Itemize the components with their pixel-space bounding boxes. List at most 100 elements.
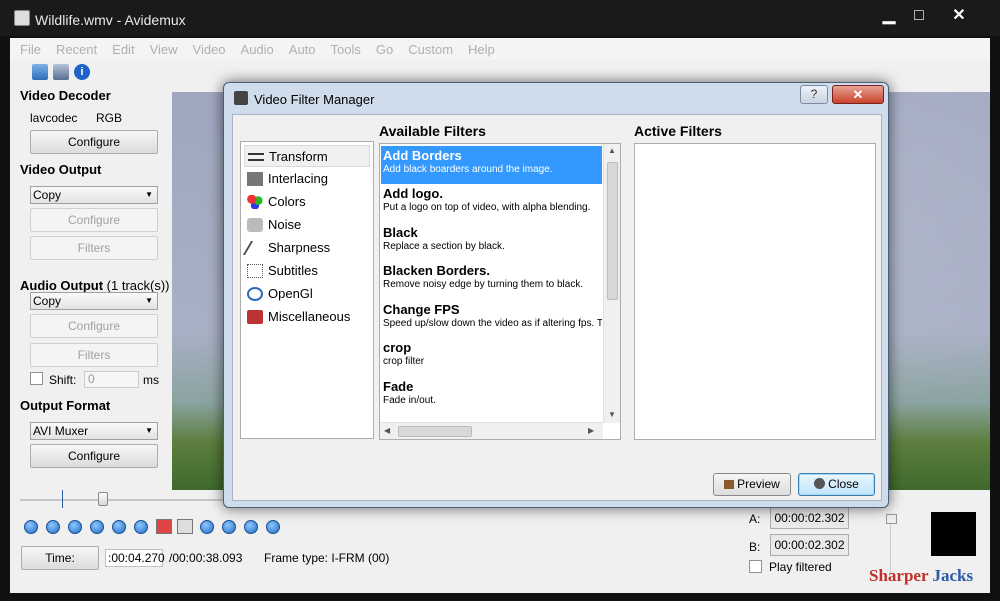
menu-custom[interactable]: Custom bbox=[398, 38, 458, 57]
stop-icon[interactable] bbox=[46, 520, 60, 534]
scroll-right-icon[interactable]: ▶ bbox=[588, 426, 594, 435]
video-configure-button[interactable]: Configure bbox=[30, 208, 158, 232]
active-filters-list[interactable] bbox=[634, 143, 876, 440]
filter-item-add-logo[interactable]: Add logo. Put a logo on top of video, wit… bbox=[381, 184, 602, 222]
next-frame-icon[interactable] bbox=[90, 520, 104, 534]
scroll-up-icon[interactable]: ▲ bbox=[608, 146, 616, 155]
filter-item-add-borders[interactable]: Add Borders Add black boarders around the… bbox=[381, 146, 602, 184]
shift-unit: ms bbox=[143, 373, 159, 387]
output-format-select[interactable]: AVI Muxer ▼ bbox=[30, 422, 158, 440]
scroll-down-icon[interactable]: ▼ bbox=[608, 410, 616, 419]
save-icon[interactable] bbox=[53, 64, 69, 80]
marker-b-value[interactable]: 00:00:02.302 bbox=[770, 534, 849, 556]
audio-meter bbox=[931, 512, 976, 556]
open-icon[interactable] bbox=[32, 64, 48, 80]
close-button-label: Close bbox=[828, 477, 859, 491]
filter-item-fade[interactable]: Fade Fade in/out. bbox=[381, 377, 602, 415]
category-list: Transform Interlacing Colors Noise Sharp… bbox=[240, 141, 374, 439]
filters-horizontal-scrollbar[interactable]: ◀ ▶ bbox=[380, 422, 603, 439]
category-colors[interactable]: Colors bbox=[244, 191, 370, 213]
filter-desc: Remove noisy edge by turning them to bla… bbox=[383, 279, 584, 290]
shift-input[interactable]: 0 bbox=[84, 371, 139, 388]
video-filters-button[interactable]: Filters bbox=[30, 236, 158, 260]
filter-item-blacken-borders[interactable]: Blacken Borders. Remove noisy edge by tur… bbox=[381, 261, 602, 299]
menu-auto[interactable]: Auto bbox=[279, 38, 321, 57]
current-time-input[interactable]: :00:04.270 bbox=[105, 549, 165, 567]
next-black-icon[interactable] bbox=[222, 520, 236, 534]
chevron-down-icon: ▼ bbox=[145, 190, 153, 199]
audio-track-count: (1 track(s)) bbox=[106, 278, 170, 293]
clapperboard-icon bbox=[234, 91, 248, 105]
play-icon[interactable] bbox=[24, 520, 38, 534]
category-subtitles[interactable]: Subtitles bbox=[244, 260, 370, 282]
timeline-slider[interactable] bbox=[20, 499, 225, 501]
decoder-format: RGB bbox=[96, 111, 123, 125]
category-transform[interactable]: Transform bbox=[244, 145, 370, 167]
available-filters-list: Add Borders Add black boarders around the… bbox=[379, 143, 621, 440]
goto-end-icon[interactable] bbox=[266, 520, 280, 534]
filter-item-crop[interactable]: crop crop filter bbox=[381, 338, 602, 376]
video-output-value: Copy bbox=[33, 188, 62, 202]
menu-video[interactable]: Video bbox=[183, 38, 231, 57]
category-label: Colors bbox=[268, 194, 306, 209]
marker-a-value[interactable]: 00:00:02.302 bbox=[770, 507, 849, 529]
filter-desc: Put a logo on top of video, with alpha b… bbox=[383, 202, 591, 213]
set-marker-b-icon[interactable] bbox=[177, 519, 193, 534]
close-window-button[interactable]: ✕ bbox=[944, 6, 974, 28]
close-button[interactable]: Close bbox=[798, 473, 875, 496]
maximize-button[interactable]: □ bbox=[904, 6, 934, 28]
prev-black-icon[interactable] bbox=[200, 520, 214, 534]
category-interlacing[interactable]: Interlacing bbox=[244, 168, 370, 190]
watermark-part2: Jacks bbox=[932, 566, 974, 585]
prev-frame-icon[interactable] bbox=[68, 520, 82, 534]
menu-file[interactable]: File bbox=[10, 38, 46, 57]
volume-thumb[interactable] bbox=[886, 514, 897, 524]
goto-start-icon[interactable] bbox=[244, 520, 258, 534]
filter-desc: Add black boarders around the image. bbox=[383, 164, 553, 175]
menu-audio[interactable]: Audio bbox=[231, 38, 279, 57]
filter-desc: Replace a section by black. bbox=[383, 241, 505, 252]
minimize-button[interactable]: ▁ bbox=[874, 6, 904, 28]
audio-output-select[interactable]: Copy ▼ bbox=[30, 292, 158, 310]
audio-filters-button[interactable]: Filters bbox=[30, 343, 158, 367]
shift-checkbox[interactable] bbox=[30, 372, 43, 385]
menu-edit[interactable]: Edit bbox=[102, 38, 139, 57]
prev-keyframe-icon[interactable] bbox=[112, 520, 126, 534]
play-filtered-checkbox[interactable] bbox=[749, 560, 762, 573]
category-noise[interactable]: Noise bbox=[244, 214, 370, 236]
preview-button[interactable]: Preview bbox=[713, 473, 791, 496]
filter-item-change-fps[interactable]: Change FPS Speed up/slow down the video a… bbox=[381, 300, 602, 338]
category-label: Noise bbox=[268, 217, 302, 232]
format-configure-button[interactable]: Configure bbox=[30, 444, 158, 468]
category-sharpness[interactable]: Sharpness bbox=[242, 237, 370, 259]
video-output-select[interactable]: Copy ▼ bbox=[30, 186, 158, 204]
decoder-codec: lavcodec bbox=[30, 111, 78, 125]
menu-go[interactable]: Go bbox=[366, 38, 398, 57]
audio-configure-button[interactable]: Configure bbox=[30, 314, 158, 338]
menu-view[interactable]: View bbox=[140, 38, 183, 57]
scroll-left-icon[interactable]: ◀ bbox=[384, 426, 390, 435]
help-button[interactable]: ? bbox=[800, 85, 828, 104]
menu-recent[interactable]: Recent bbox=[46, 38, 102, 57]
dialog-title: Video Filter Manager bbox=[254, 92, 375, 107]
info-icon[interactable]: i bbox=[74, 64, 90, 80]
timeline-thumb[interactable] bbox=[98, 492, 108, 506]
time-button[interactable]: Time: bbox=[21, 546, 99, 570]
menu-tools[interactable]: Tools bbox=[321, 38, 366, 57]
active-filters-heading: Active Filters bbox=[634, 123, 722, 139]
shift-label: Shift: bbox=[49, 373, 77, 387]
filter-item-black[interactable]: Black Replace a section by black. bbox=[381, 223, 602, 261]
filter-name: Black bbox=[383, 225, 418, 240]
scroll-thumb[interactable] bbox=[398, 426, 472, 437]
set-marker-a-icon[interactable] bbox=[156, 519, 172, 534]
decoder-configure-button[interactable]: Configure bbox=[30, 130, 158, 154]
category-opengl[interactable]: OpenGl bbox=[244, 283, 370, 305]
filters-vertical-scrollbar[interactable]: ▲ ▼ bbox=[603, 144, 620, 423]
next-keyframe-icon[interactable] bbox=[134, 520, 148, 534]
category-miscellaneous[interactable]: Miscellaneous bbox=[244, 306, 370, 328]
scroll-thumb[interactable] bbox=[607, 162, 618, 300]
miscellaneous-icon bbox=[247, 310, 263, 324]
filter-desc: Fade in/out. bbox=[383, 395, 436, 406]
menu-help[interactable]: Help bbox=[458, 38, 500, 57]
dialog-close-x-button[interactable]: ✕ bbox=[832, 85, 884, 104]
